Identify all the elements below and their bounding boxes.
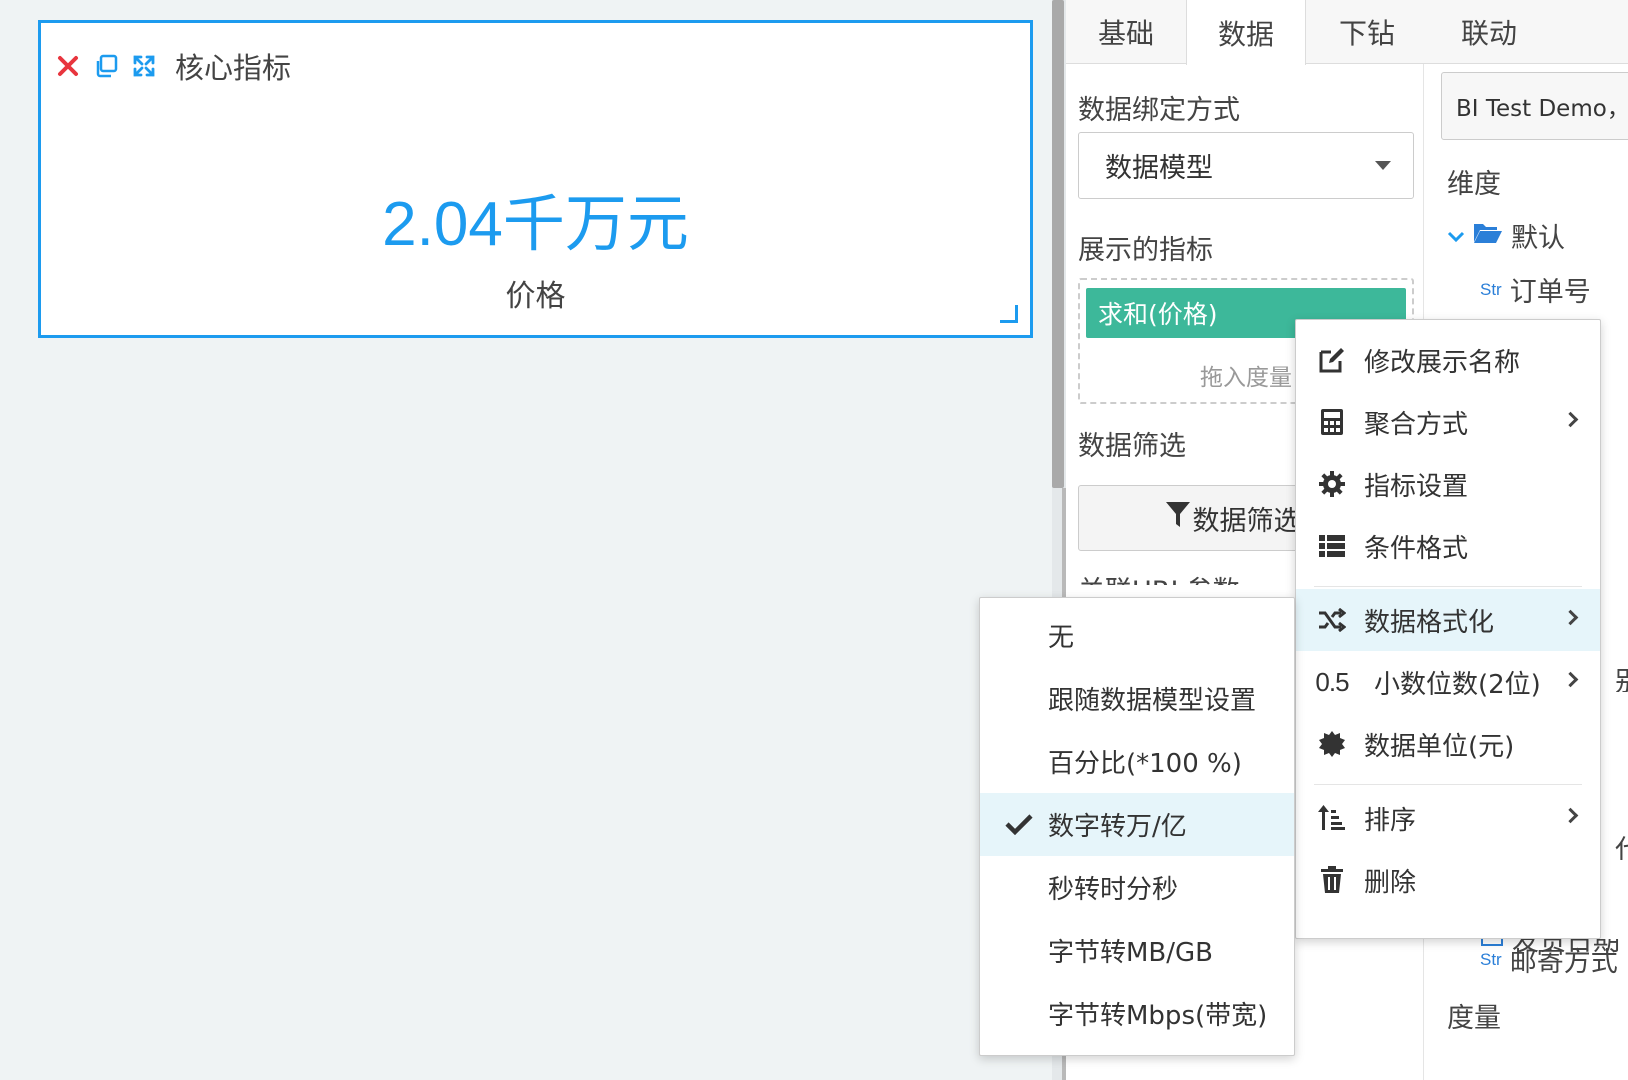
- format-option-label: 跟随数据模型设置: [1048, 686, 1257, 716]
- datasource-select[interactable]: BI Test Demo，JSON: [1441, 72, 1628, 140]
- chevron-right-icon: [1562, 411, 1579, 428]
- binding-label: 数据绑定方式: [1078, 95, 1240, 126]
- chevron-down-icon: [1375, 161, 1391, 170]
- format-option-label: 秒转时分秒: [1048, 875, 1179, 905]
- menu-item-sort[interactable]: 排序: [1296, 787, 1600, 849]
- menu-item-label: 排序: [1364, 805, 1417, 836]
- dimension-header: 维度: [1447, 169, 1501, 200]
- menu-item-label: 修改展示名称: [1364, 347, 1521, 378]
- tab-label: 数据: [1217, 17, 1274, 51]
- folder-open-icon: [1473, 220, 1503, 251]
- menu-item-aggregation[interactable]: 聚合方式: [1296, 391, 1600, 453]
- menu-item-label: 小数位数(2位): [1374, 669, 1541, 700]
- format-option-none[interactable]: 无: [980, 604, 1294, 667]
- format-option-bytes[interactable]: 字节转MB/GB: [980, 919, 1294, 982]
- tab-drilldown[interactable]: 下钻: [1306, 0, 1428, 64]
- kpi-label: 价格: [505, 279, 566, 314]
- clipped-field-label: 别: [1615, 660, 1628, 692]
- gear-icon: [1318, 470, 1346, 498]
- menu-divider: [1314, 784, 1582, 785]
- format-option-follow-model[interactable]: 跟随数据模型设置: [980, 667, 1294, 730]
- filter-icon: [1165, 501, 1191, 536]
- kpi-value: 2.04千万元: [382, 190, 689, 259]
- field-shipping[interactable]: Str 邮寄方式: [1480, 940, 1618, 979]
- format-option-label: 无: [1048, 623, 1075, 653]
- metrics-label: 展示的指标: [1078, 235, 1213, 266]
- decimal-icon: 0.5: [1315, 666, 1349, 697]
- menu-item-label: 数据格式化: [1364, 607, 1495, 638]
- format-option-bandwidth[interactable]: 字节转Mbps(带宽): [980, 982, 1294, 1045]
- menu-item-conditional-format[interactable]: 条件格式: [1296, 515, 1600, 577]
- format-option-label: 数字转万/亿: [1048, 812, 1187, 842]
- folder-default[interactable]: 默认: [1447, 216, 1565, 255]
- binding-select[interactable]: 数据模型: [1078, 132, 1414, 199]
- format-option-percent[interactable]: 百分比(*100 %): [980, 730, 1294, 793]
- field-order-no[interactable]: Str 订单号: [1480, 270, 1591, 309]
- format-option-seconds[interactable]: 秒转时分秒: [980, 856, 1294, 919]
- str-type-tag: Str: [1480, 279, 1502, 299]
- format-option-label: 字节转MB/GB: [1048, 938, 1214, 968]
- resize-handle[interactable]: [1000, 305, 1018, 323]
- menu-divider: [1314, 586, 1582, 587]
- folder-label: 默认: [1511, 223, 1565, 254]
- close-icon[interactable]: [55, 53, 81, 79]
- widget-toolbar: 核心指标: [55, 45, 291, 87]
- tab-basic[interactable]: 基础: [1066, 0, 1186, 64]
- menu-item-label: 聚合方式: [1364, 409, 1469, 440]
- chevron-right-icon: [1562, 807, 1579, 824]
- widget-title: 核心指标: [175, 51, 292, 85]
- dashboard-canvas: 核心指标 2.04千万元 价格: [0, 0, 1050, 1080]
- measure-context-menu: 修改展示名称 聚合方式 指标设置 条件格式 数据格式化 0.5 小数位数(2位): [1295, 319, 1601, 939]
- tab-bar: 基础 数据 下钻 联动: [1066, 0, 1628, 65]
- measure-header: 度量: [1447, 1003, 1501, 1034]
- trash-icon: [1318, 866, 1346, 894]
- field-label: 邮寄方式: [1509, 947, 1618, 978]
- shuffle-icon: [1318, 606, 1346, 634]
- menu-item-label: 指标设置: [1364, 471, 1469, 502]
- field-label: 订单号: [1509, 277, 1591, 308]
- checkmark-icon: [1004, 809, 1034, 839]
- menu-item-metric-settings[interactable]: 指标设置: [1296, 453, 1600, 515]
- url-params-label: 关联URL参数: [1078, 569, 1240, 585]
- chevron-right-icon: [1562, 609, 1579, 626]
- menu-item-label: 数据单位(元): [1364, 731, 1515, 762]
- binding-value: 数据模型: [1105, 153, 1213, 184]
- tab-data[interactable]: 数据: [1186, 0, 1306, 65]
- filter-label: 数据筛选: [1078, 431, 1186, 462]
- copy-icon[interactable]: [93, 53, 119, 79]
- badge-icon: [1318, 730, 1346, 758]
- menu-item-label: 条件格式: [1364, 533, 1469, 564]
- kpi-widget[interactable]: 核心指标 2.04千万元 价格: [38, 20, 1033, 338]
- menu-item-label: 删除: [1364, 867, 1417, 898]
- chevron-down-icon: [1447, 220, 1465, 251]
- format-submenu: 无 跟随数据模型设置 百分比(*100 %) 数字转万/亿 秒转时分秒 字节转M…: [979, 597, 1295, 1056]
- tab-label: 下钻: [1338, 17, 1395, 50]
- decimal-icon-text: 0.5: [1315, 666, 1349, 697]
- scrollbar-thumb[interactable]: [1052, 0, 1064, 488]
- tab-label: 联动: [1460, 17, 1517, 50]
- list-icon: [1318, 532, 1346, 560]
- edit-icon: [1318, 346, 1346, 374]
- menu-item-data-unit[interactable]: 数据单位(元): [1296, 713, 1600, 775]
- tab-label: 基础: [1097, 17, 1154, 50]
- menu-item-delete[interactable]: 删除: [1296, 849, 1600, 911]
- str-type-tag: Str: [1480, 949, 1502, 969]
- chevron-right-icon: [1562, 671, 1579, 688]
- format-option-wan-yi[interactable]: 数字转万/亿: [980, 793, 1294, 856]
- tab-linkage[interactable]: 联动: [1428, 0, 1550, 64]
- menu-item-rename[interactable]: 修改展示名称: [1296, 329, 1600, 391]
- format-option-label: 字节转Mbps(带宽): [1048, 1001, 1268, 1031]
- clipped-field-label: 代: [1615, 828, 1628, 860]
- sort-icon: [1318, 804, 1346, 832]
- expand-icon[interactable]: [131, 53, 157, 79]
- menu-item-decimal-places[interactable]: 0.5 小数位数(2位): [1296, 651, 1600, 713]
- calculator-icon: [1318, 408, 1346, 436]
- format-option-label: 百分比(*100 %): [1048, 749, 1242, 779]
- menu-item-data-format[interactable]: 数据格式化: [1296, 589, 1600, 651]
